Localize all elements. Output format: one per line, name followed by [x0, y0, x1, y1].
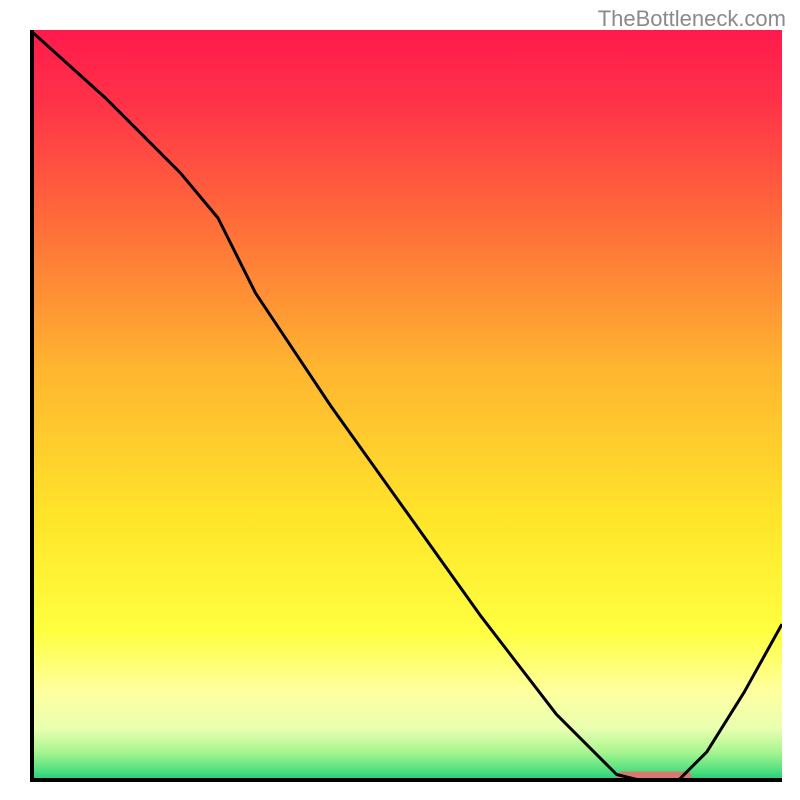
chart-svg [30, 30, 782, 782]
watermark-text: TheBottleneck.com [598, 6, 786, 32]
chart-container: TheBottleneck.com [0, 0, 800, 800]
gradient-background [30, 30, 782, 782]
plot-area [30, 30, 782, 782]
